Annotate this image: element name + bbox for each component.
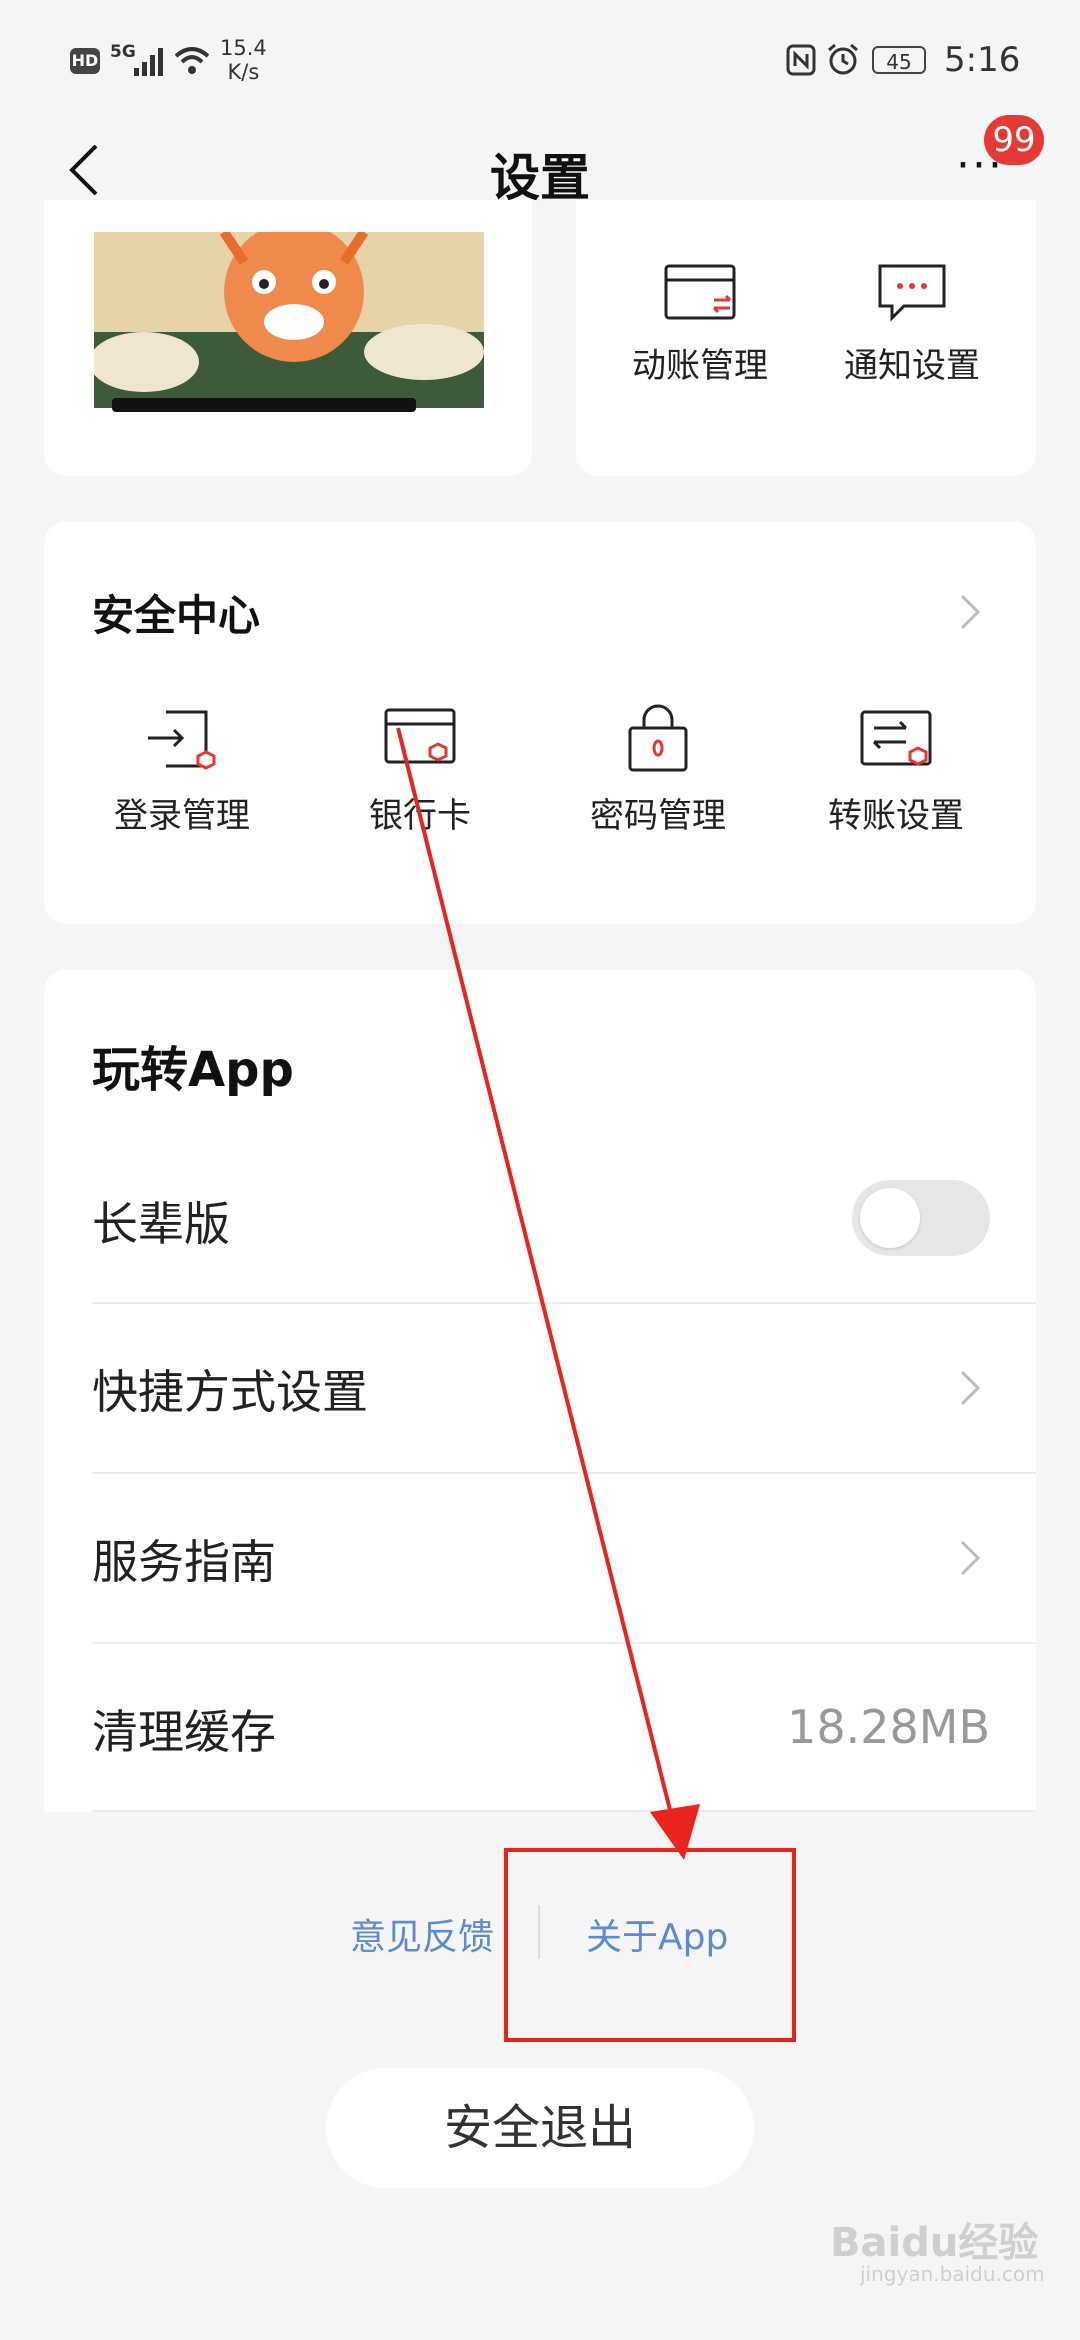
shortcut-settings-row[interactable]: 快捷方式设置	[92, 1356, 368, 1422]
account-activity-item[interactable]: 动账管理	[620, 260, 780, 387]
chat-bubble-icon	[878, 264, 946, 322]
chevron-right-icon	[960, 1370, 981, 1406]
feedback-link[interactable]: 意见反馈	[350, 1908, 494, 1960]
alarm-icon	[828, 43, 858, 75]
transfer-icon	[860, 710, 932, 766]
promo-banner-image[interactable]	[94, 232, 484, 408]
watermark-url: jingyan.baidu.com	[860, 2262, 1045, 2286]
network-speed: 15.4 K/s	[220, 36, 267, 84]
notification-badge: 99	[984, 115, 1044, 165]
transfer-card-icon	[664, 264, 736, 320]
bank-card-icon	[384, 708, 456, 764]
bank-card-item[interactable]: 银行卡	[330, 704, 510, 837]
play-app-title: 玩转App	[92, 1042, 294, 1098]
watermark-logo: Baidu经验	[830, 2220, 1039, 2266]
password-management-item[interactable]: 密码管理	[568, 704, 748, 837]
security-center-title: 安全中心	[92, 591, 261, 640]
security-chevron-right-icon[interactable]	[958, 592, 982, 632]
row-divider	[92, 1302, 1036, 1304]
service-guide-row[interactable]: 服务指南	[92, 1526, 276, 1592]
hd-indicator: HD	[70, 48, 100, 74]
signal-icon	[134, 48, 163, 76]
logout-button[interactable]: 安全退出	[326, 2068, 754, 2188]
lock-icon	[628, 704, 688, 772]
cache-size: 18.28MB	[787, 1700, 990, 1754]
chevron-right-icon	[960, 1540, 981, 1576]
status-bar: HD 5G 15.4 K/s 45 5:16	[0, 0, 1080, 120]
notification-settings-item[interactable]: 通知设置	[832, 260, 992, 387]
battery-indicator: 45	[872, 46, 926, 74]
wifi-icon	[174, 47, 210, 74]
promo-banner-bar	[112, 398, 416, 412]
elder-mode-label: 长辈版	[92, 1197, 230, 1251]
transfer-settings-item[interactable]: 转账设置	[806, 704, 986, 837]
clear-cache-row[interactable]: 清理缓存	[92, 1696, 276, 1762]
row-divider	[92, 1642, 1036, 1644]
clock: 5:16	[944, 40, 1021, 80]
annotation-highlight-box	[504, 1848, 796, 2042]
login-icon	[148, 710, 216, 770]
elder-mode-toggle-knob	[860, 1188, 920, 1248]
nfc-icon	[786, 44, 816, 76]
row-divider	[92, 1472, 1036, 1474]
login-management-item[interactable]: 登录管理	[92, 704, 272, 837]
row-divider	[92, 1810, 1036, 1812]
